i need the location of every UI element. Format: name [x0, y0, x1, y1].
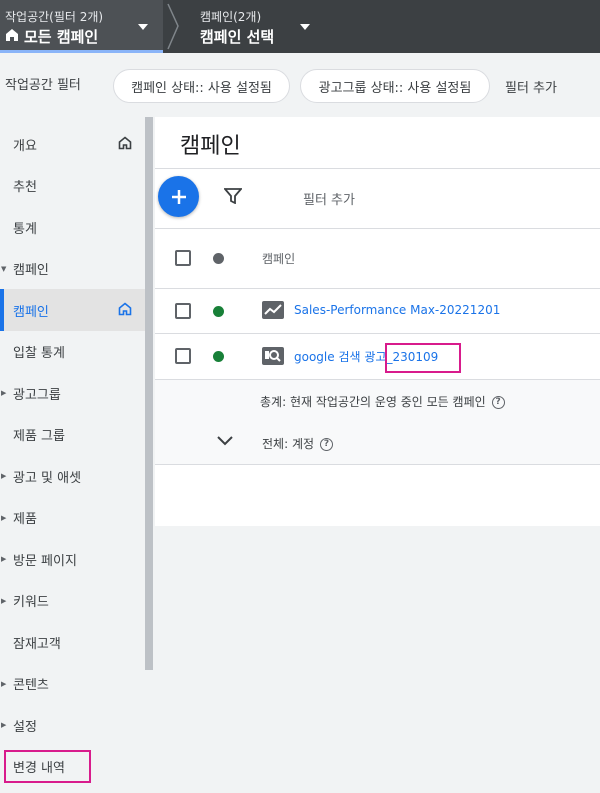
- workspace-selector[interactable]: 작업공간(필터 2개) 모든 캠페인: [0, 0, 163, 53]
- sidebar-item[interactable]: ▶ 방문 페이지: [0, 538, 145, 580]
- help-icon[interactable]: ?: [491, 396, 505, 409]
- workspace-filter-label: 작업공간 필터: [5, 78, 81, 93]
- help-icon[interactable]: ?: [320, 438, 334, 451]
- home-icon[interactable]: [118, 136, 132, 154]
- performance-max-icon: [262, 301, 284, 323]
- caret-down-icon[interactable]: [299, 21, 311, 36]
- table-header-row: 캠페인: [155, 229, 600, 288]
- highlight-box-change-history: [4, 750, 91, 783]
- sidebar-item-label: 캠페인: [13, 304, 49, 320]
- workspace-filter-bar: 작업공간 필터 캠페인 상태:: 사용 설정됨 광고그룹 상태:: 사용 설정됨…: [0, 53, 600, 117]
- total-row: 총계: 현재 작업공간의 운영 중인 모든 캠페인?: [155, 380, 600, 421]
- total-label: 총계: 현재 작업공간의 운영 중인 모든 캠페인?: [260, 393, 505, 410]
- expand-right-icon[interactable]: ▶: [1, 389, 6, 397]
- sidebar-item-label: 키워드: [13, 595, 49, 610]
- sidebar-item-label: 제품 그룹: [13, 429, 65, 444]
- sidebar-item[interactable]: 통계: [0, 206, 145, 248]
- divider: [155, 464, 600, 465]
- campaign-title: 캠페인 선택: [200, 28, 275, 46]
- workspace-title: 모든 캠페인: [24, 28, 99, 46]
- sidebar-item-label: 콘텐츠: [13, 678, 49, 693]
- add-filter-input[interactable]: 필터 추가: [303, 189, 355, 208]
- sidebar-item[interactable]: 추천: [0, 165, 145, 207]
- sidebar-item[interactable]: 잠재고객: [0, 621, 145, 663]
- account-total-row: 전체: 계정?: [155, 421, 600, 464]
- status-dot: [213, 351, 224, 362]
- add-campaign-button[interactable]: [158, 176, 199, 217]
- sidebar-item[interactable]: ▼ 캠페인: [0, 248, 145, 290]
- sidebar-item-label: 방문 페이지: [13, 553, 77, 569]
- caret-down-icon[interactable]: [137, 21, 149, 36]
- row-checkbox[interactable]: [175, 303, 191, 319]
- sidebar-item[interactable]: ▶ 광고 및 애셋: [0, 455, 145, 497]
- expand-right-icon[interactable]: ▶: [1, 472, 6, 480]
- sidebar-item-label: 제품: [13, 512, 37, 527]
- sidebar-item-label: 광고 및 애셋: [13, 470, 82, 486]
- sidebar-item[interactable]: ▶ 제품: [0, 497, 145, 539]
- add-filter-button[interactable]: 필터 추가: [505, 77, 557, 96]
- active-indicator: [0, 289, 4, 331]
- row-checkbox[interactable]: [175, 348, 191, 364]
- campaign-link[interactable]: Sales-Performance Max-20221201: [294, 303, 500, 317]
- breadcrumb-chevron-icon: [166, 0, 180, 57]
- home-icon: [5, 28, 24, 46]
- sidebar-item[interactable]: ▶ 키워드: [0, 580, 145, 622]
- sidebar-item[interactable]: 입찰 통계: [0, 331, 145, 373]
- campaign-name-prefix: google 검색 광고: [294, 350, 387, 364]
- column-header-campaign[interactable]: 캠페인: [262, 250, 295, 267]
- sidebar-item-label: 통계: [13, 221, 37, 237]
- table-row: google 검색 광고_230109: [155, 334, 600, 379]
- table-row: Sales-Performance Max-20221201: [155, 289, 600, 333]
- sidebar-item[interactable]: 제품 그룹: [0, 414, 145, 456]
- workspace-title-row: 모든 캠페인: [5, 26, 98, 47]
- expand-right-icon[interactable]: ▶: [1, 721, 6, 729]
- sidebar-scrollbar[interactable]: [145, 117, 153, 670]
- status-column-dot: [213, 253, 224, 264]
- campaign-subtitle: 캠페인(2개): [200, 10, 262, 24]
- total-label-text: 총계: 현재 작업공간의 운영 중인 모든 캠페인: [260, 395, 486, 409]
- top-bar: 작업공간(필터 2개) 모든 캠페인 캠페인(2개) 캠페인 선택: [0, 0, 600, 53]
- sidebar-item-label: 캠페인: [13, 263, 49, 278]
- expand-right-icon[interactable]: ▶: [1, 597, 6, 605]
- filter-icon[interactable]: [223, 188, 243, 208]
- sidebar-item-label: 입찰 통계: [13, 346, 65, 361]
- page-title: 캠페인: [180, 134, 241, 159]
- sidebar-item[interactable]: ▶ 설정: [0, 704, 145, 746]
- divider: [155, 168, 600, 169]
- sidebar-item[interactable]: 개요: [0, 123, 145, 165]
- expand-right-icon[interactable]: ▶: [1, 680, 6, 688]
- sidebar-item-label: 추천: [13, 180, 37, 195]
- plus-icon: [171, 189, 186, 204]
- sidebar-item[interactable]: ▶ 광고그룹: [0, 372, 145, 414]
- account-total-label: 전체: 계정?: [262, 435, 334, 452]
- sidebar-nav: 개요 추천 통계 ▼ 캠페인 캠페인 입찰 통계 ▶ 광고그룹 제품 그룹 ▶ 광고 및 애셋 ▶ 제품 ▶…: [0, 117, 145, 793]
- workspace-subtitle: 작업공간(필터 2개): [5, 10, 104, 24]
- status-dot: [213, 306, 224, 317]
- campaign-status-filter-chip[interactable]: 캠페인 상태:: 사용 설정됨: [113, 69, 290, 103]
- expand-down-icon[interactable]: ▼: [1, 265, 6, 273]
- sidebar-item[interactable]: 캠페인: [0, 289, 145, 331]
- campaign-panel: 캠페인 필터 추가 캠페인 Sales-Performance Max-2022…: [155, 117, 600, 526]
- home-icon[interactable]: [118, 302, 132, 320]
- expand-right-icon[interactable]: ▶: [1, 514, 6, 522]
- sidebar-item-label: 설정: [13, 719, 37, 735]
- sidebar-item[interactable]: ▶ 콘텐츠: [0, 663, 145, 705]
- sidebar-item-label: 개요: [13, 138, 37, 154]
- chevron-down-icon[interactable]: [216, 435, 234, 451]
- search-campaign-icon: [262, 347, 284, 369]
- highlight-box-date-suffix: [385, 343, 461, 373]
- sidebar-item-label: 잠재고객: [13, 636, 61, 652]
- sidebar-item-label: 광고그룹: [13, 387, 61, 403]
- expand-right-icon[interactable]: ▶: [1, 555, 6, 563]
- select-all-checkbox[interactable]: [175, 250, 191, 266]
- account-total-text: 전체: 계정: [262, 437, 315, 451]
- adgroup-status-filter-chip[interactable]: 광고그룹 상태:: 사용 설정됨: [300, 69, 490, 103]
